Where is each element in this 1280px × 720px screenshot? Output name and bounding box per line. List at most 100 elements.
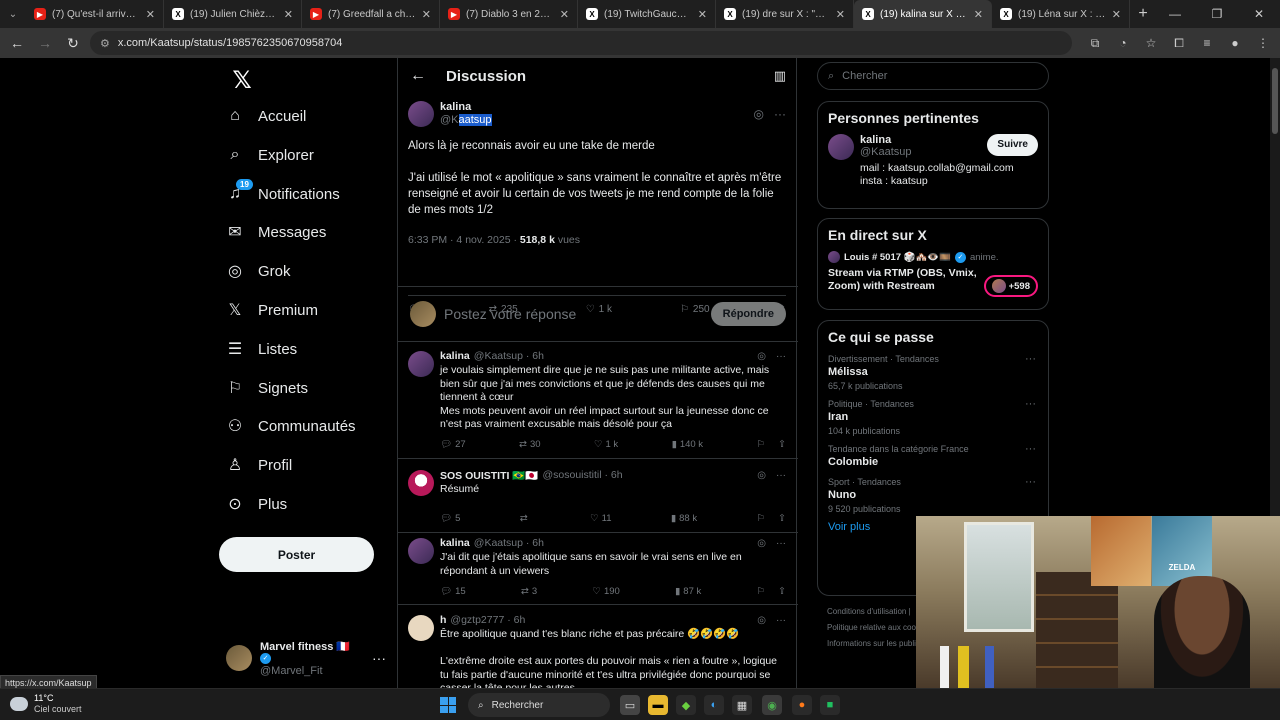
reply-author[interactable]: h [440, 614, 446, 626]
avatar[interactable] [408, 470, 434, 496]
close-icon[interactable]: ✕ [146, 8, 155, 21]
more-icon[interactable]: ··· [776, 470, 786, 481]
grok-icon[interactable]: ◎ [757, 538, 766, 549]
performance-icon[interactable]: ◔ [1112, 32, 1134, 54]
trend-item[interactable]: Divertissement · Tendances Mélissa 65,7 … [828, 353, 1038, 392]
post-author[interactable]: kalina [440, 101, 492, 114]
profile-icon[interactable]: ● [1224, 32, 1246, 54]
tab-search-button[interactable]: ⌄ [0, 0, 26, 28]
like-button[interactable]: ♡ 1 k [594, 439, 618, 450]
retweet-button[interactable]: ⇄ [520, 513, 531, 524]
person-name[interactable]: kalina [860, 134, 912, 146]
nav-item-profile[interactable]: ♙ Profil [226, 449, 292, 481]
nav-item-bookmarks[interactable]: ⚐ Signets [226, 372, 308, 404]
more-icon[interactable]: ··· [776, 615, 786, 626]
live-stream-title[interactable]: Stream via RTMP (OBS, Vmix, Zoom) with R… [828, 267, 978, 293]
reload-icon[interactable]: ↻ [62, 32, 84, 54]
close-icon[interactable]: ✕ [974, 8, 983, 21]
more-icon[interactable]: ··· [776, 538, 786, 549]
reply-input[interactable]: Postez votre réponse [444, 306, 703, 322]
close-icon[interactable]: ✕ [698, 8, 707, 21]
browser-tab[interactable]: ▶ (7) Qu'est-il arrivé à POKE ✕ [26, 0, 164, 28]
close-icon[interactable]: ✕ [560, 8, 569, 21]
close-icon[interactable]: ✕ [836, 8, 845, 21]
post-time[interactable]: 6:33 PM · 4 nov. 2025 · [408, 234, 520, 246]
live-user[interactable]: Louis # 5017 🎲🏘️👁️🎞️ ✓ anime. [828, 251, 1038, 263]
minimize-icon[interactable]: — [1154, 0, 1196, 28]
reply-handle[interactable]: @Kaatsup · 6h [474, 537, 544, 549]
reply-post[interactable]: kalina @Kaatsup · 6h ◎ ··· je voulais simpl… [398, 343, 798, 459]
more-icon[interactable]: ··· [1025, 476, 1036, 488]
bookmark-button[interactable]: ⚐ ⇪ [757, 513, 787, 524]
more-icon[interactable]: ··· [774, 107, 786, 121]
footer-link[interactable]: Informations sur les public [827, 636, 927, 652]
close-window-icon[interactable]: ✕ [1238, 0, 1280, 28]
browser-tab-active[interactable]: X (19) kalina sur X : "Alors l ✕ [854, 0, 992, 28]
reply-submit-button[interactable]: Répondre [710, 302, 786, 326]
reply-author[interactable]: SOS OUISTITI 🇧🇷🇯🇵 [440, 469, 539, 482]
reply-post[interactable]: kalina @Kaatsup · 6h ◎ ··· J'ai dit que j'é… [398, 530, 798, 605]
maximize-icon[interactable]: ❐ [1196, 0, 1238, 28]
browser-tab[interactable]: X (19) TwitchGauchiste sur ✕ [578, 0, 716, 28]
firefox-icon[interactable]: ● [792, 695, 812, 715]
new-tab-button[interactable]: + [1130, 5, 1156, 23]
app-icon[interactable]: ■ [820, 695, 840, 715]
retweet-button[interactable]: ⇄ 3 [521, 586, 537, 597]
nav-item-premium[interactable]: 𝕏 Premium [226, 294, 318, 326]
avatar[interactable] [828, 134, 854, 160]
close-icon[interactable]: ✕ [1112, 8, 1121, 21]
footer-link[interactable]: Conditions d'utilisation | [827, 604, 927, 620]
media-icon[interactable]: ≡ [1196, 32, 1218, 54]
views-button[interactable]: ▮ 88 k [671, 513, 697, 524]
url-field[interactable]: ⚙ x.com/Kaatsup/status/19857623506709587… [90, 31, 1072, 55]
nav-item-grok[interactable]: ◎ Grok [226, 255, 291, 287]
views-button[interactable]: ▮ 140 k [672, 439, 703, 450]
reply-author[interactable]: kalina [440, 537, 470, 549]
close-icon[interactable]: ✕ [284, 8, 293, 21]
nav-item-messages[interactable]: ✉ Messages [226, 216, 326, 248]
store-icon[interactable]: ▦ [732, 695, 752, 715]
bookmark-button[interactable]: ⚐ ⇪ [756, 439, 786, 450]
nav-item-notifications[interactable]: ♫ 19 Notifications [226, 178, 340, 210]
edge-icon[interactable]: ◐ [704, 695, 724, 715]
share-icon[interactable]: ⇪ [778, 513, 786, 524]
retweet-button[interactable]: ⇄ 30 [519, 439, 541, 450]
install-icon[interactable]: ⧉ [1084, 32, 1106, 54]
share-icon[interactable]: ⇪ [778, 586, 786, 597]
avatar[interactable] [408, 351, 434, 377]
nav-item-more[interactable]: ⊙ Plus [226, 488, 287, 520]
trend-item[interactable]: Sport · Tendances Nuno 9 520 publication… [828, 476, 1038, 515]
site-info-icon[interactable]: ⚙ [100, 37, 110, 50]
grok-icon[interactable]: ◎ [757, 470, 766, 481]
task-view-icon[interactable]: ▭ [620, 695, 640, 715]
reply-author[interactable]: kalina [440, 350, 470, 362]
footer-link[interactable]: Politique relative aux cook [827, 620, 927, 636]
account-switcher[interactable]: Marvel fitness 🇫🇷 ✓ @Marvel_Fit ··· [226, 641, 386, 677]
reply-post[interactable]: h @gztp2777 · 6h ◎ ··· Être apolitique quan… [398, 607, 798, 688]
reader-mode-icon[interactable]: ▥ [774, 68, 786, 84]
search-input[interactable]: ⌕ Chercher [817, 62, 1049, 90]
reply-handle[interactable]: @gztp2777 · 6h [450, 614, 525, 626]
xbox-icon[interactable]: ◆ [676, 695, 696, 715]
bookmark-star-icon[interactable]: ☆ [1140, 32, 1162, 54]
nav-item-explore[interactable]: ⌕ Explorer [226, 139, 314, 171]
nav-item-home[interactable]: ⌂ Accueil [226, 100, 306, 132]
windows-start-icon[interactable] [440, 697, 456, 713]
post-handle[interactable]: @Kaatsup [440, 114, 492, 127]
avatar[interactable] [408, 538, 434, 564]
person-handle[interactable]: @Kaatsup [860, 146, 912, 158]
more-icon[interactable]: ··· [1025, 443, 1036, 455]
nav-item-lists[interactable]: ☰ Listes [226, 333, 297, 365]
grok-icon[interactable]: ◎ [757, 351, 766, 362]
back-arrow-icon[interactable]: ← [410, 67, 426, 85]
forward-icon[interactable]: → [34, 32, 56, 54]
trend-item[interactable]: Tendance dans la catégorie France Colomb… [828, 443, 1038, 470]
grok-icon[interactable]: ◎ [757, 615, 766, 626]
more-icon[interactable]: ··· [372, 650, 386, 666]
reply-button[interactable]: 💬︎ 27 [440, 439, 466, 450]
extensions-icon[interactable]: ⧠ [1168, 32, 1190, 54]
reply-post[interactable]: SOS OUISTITI 🇧🇷🇯🇵 @sosouistitil · 6h ◎ ··· … [398, 462, 798, 533]
relevant-person[interactable]: kalina @Kaatsup Suivre [828, 134, 1038, 160]
reply-button[interactable]: 💬︎ 15 [440, 586, 466, 597]
browser-tab[interactable]: ▶ (7) Diablo 3 en 2024 - 80 ✕ [440, 0, 578, 28]
